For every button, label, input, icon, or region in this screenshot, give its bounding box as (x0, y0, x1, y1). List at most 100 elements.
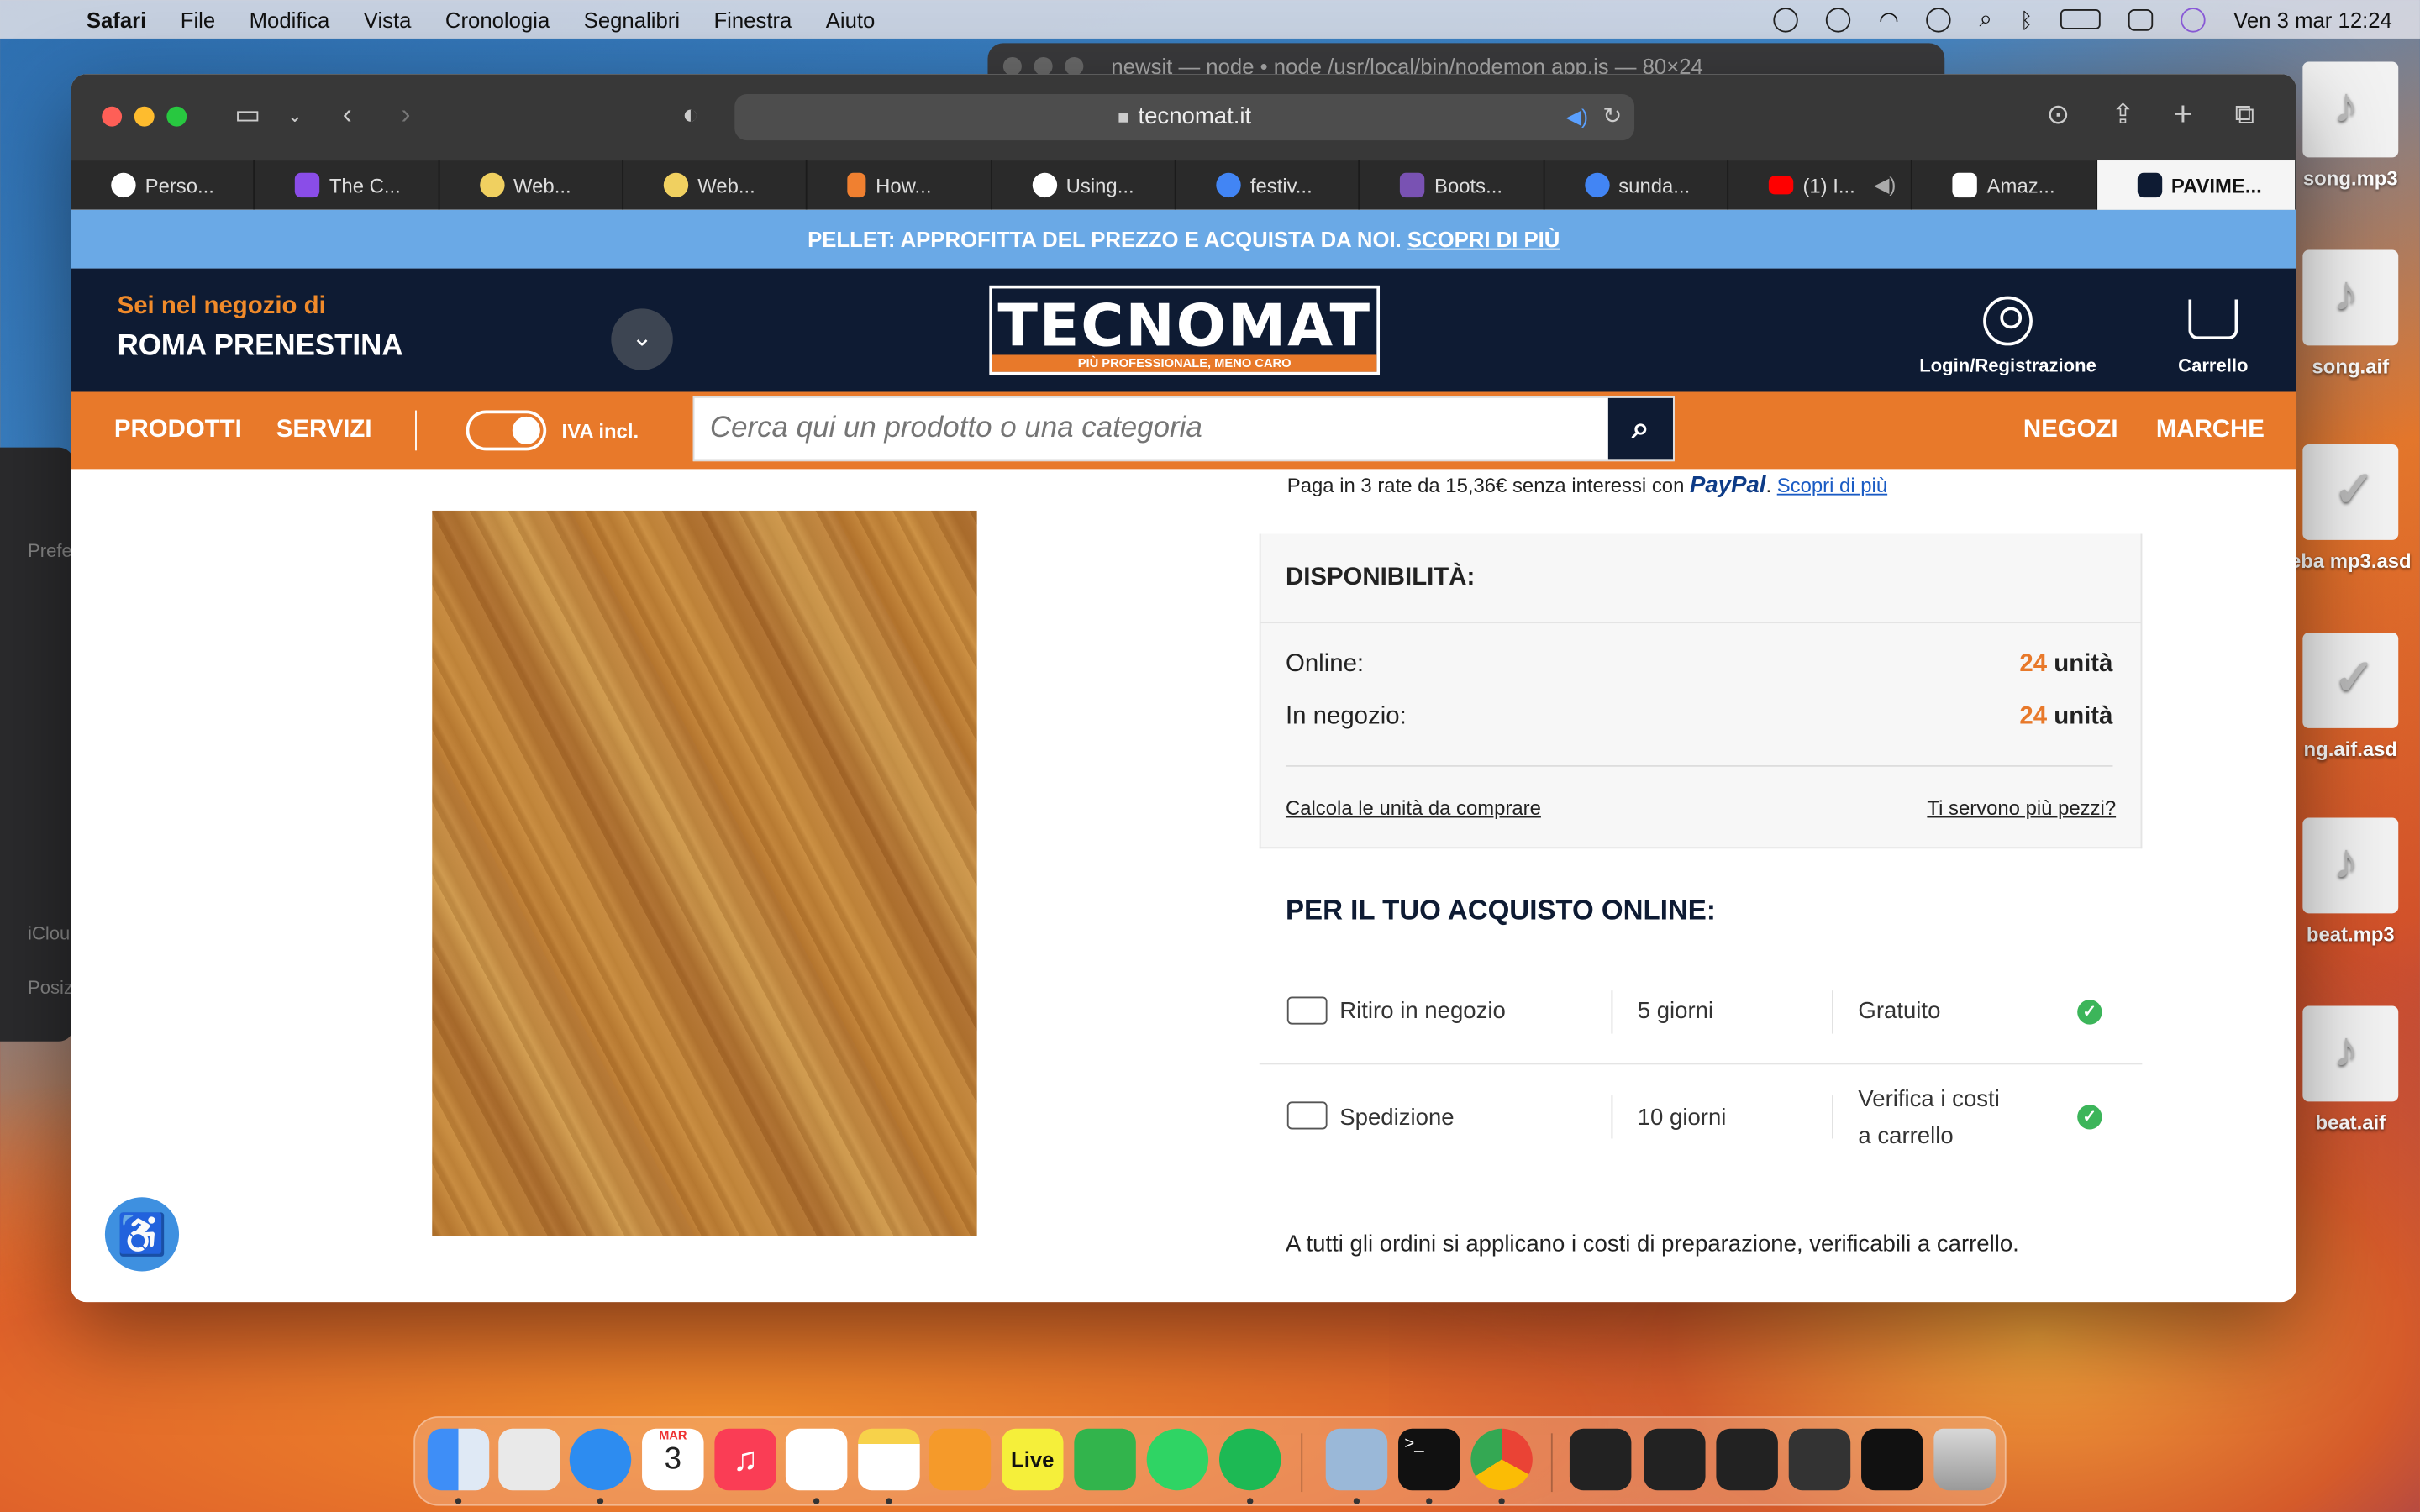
minimized-window-icon[interactable] (1644, 1428, 1706, 1491)
paypal-more-link[interactable]: Scopri di più (1777, 474, 1887, 497)
spotlight-search-icon[interactable]: ⌕ (1979, 6, 1991, 32)
trash-icon[interactable] (1933, 1428, 1996, 1491)
forward-button[interactable]: › (402, 99, 411, 132)
store-chevron-down-icon[interactable]: ⌄ (611, 308, 673, 370)
tab-github-using[interactable]: Using... (992, 160, 1176, 210)
terminal-icon[interactable]: >_ (1398, 1428, 1460, 1491)
menu-cronologia[interactable]: Cronologia (445, 7, 550, 31)
downloads-icon[interactable]: ⊙ (2046, 99, 2070, 132)
cart-button[interactable]: Carrello (2167, 297, 2260, 376)
menu-finestra[interactable]: Finestra (713, 7, 792, 31)
online-label: Online: (1285, 651, 1365, 678)
new-tab-button[interactable]: + (2173, 94, 2193, 134)
creative-cloud-icon[interactable] (1773, 7, 1799, 32)
close-window-button[interactable] (102, 106, 123, 127)
accessibility-icon[interactable]: ♿ (104, 1197, 180, 1272)
tab-youtube[interactable]: (1) I... ◀) (1728, 160, 1913, 210)
store-name[interactable]: ROMA PRENESTINA (118, 330, 403, 364)
tab-web-2[interactable]: Web... (623, 160, 808, 210)
preview-icon[interactable] (1325, 1428, 1388, 1491)
siri-icon[interactable] (2181, 7, 2207, 32)
site-header: Sei nel negozio di ROMA PRENESTINA ⌄ TEC… (71, 268, 2297, 392)
chevron-down-icon[interactable]: ⌄ (287, 105, 302, 127)
desktop-file[interactable]: eba mp3.asd (2281, 444, 2420, 572)
menu-aiuto[interactable]: Aiuto (826, 7, 876, 31)
tab-stackoverflow[interactable]: How... (808, 160, 992, 210)
notes-icon[interactable] (858, 1428, 920, 1491)
reload-icon[interactable]: ↻ (1602, 94, 1622, 140)
tab-the-c[interactable]: The C... (255, 160, 439, 210)
finder-sidebar-window[interactable]: Prefe iClou Posiz (0, 447, 75, 1042)
product-image-wood-floor[interactable] (432, 510, 977, 1236)
calendar-icon[interactable]: MAR 3 (642, 1428, 704, 1491)
search-icon[interactable]: ⌕ (1607, 397, 1673, 460)
desktop-file[interactable]: beat.mp3 (2281, 817, 2420, 946)
menu-file[interactable]: File (181, 7, 215, 31)
apple-icon[interactable] (31, 5, 59, 33)
share-icon[interactable]: ⇪ (2112, 99, 2135, 132)
minimized-window-icon[interactable] (1569, 1428, 1632, 1491)
nav-prodotti[interactable]: PRODOTTI (114, 417, 242, 444)
more-pieces-link[interactable]: Ti servono più pezzi? (1927, 796, 2116, 820)
reminders-icon[interactable] (785, 1428, 848, 1491)
finder-icon[interactable] (427, 1428, 490, 1491)
tab-overview-icon[interactable]: ⧉ (2235, 99, 2255, 132)
minimize-window-button[interactable] (134, 106, 155, 127)
calc-units-link[interactable]: Calcola le unità da comprare (1286, 796, 1541, 820)
privacy-shield-icon[interactable]: ◐ (682, 99, 699, 132)
battery-icon[interactable] (2060, 9, 2102, 29)
menu-segnalibri[interactable]: Segnalibri (584, 7, 680, 31)
desktop-file[interactable]: ng.aif.asd (2281, 633, 2420, 760)
google-icon (1584, 172, 1610, 198)
menu-app-name[interactable]: Safari (87, 7, 146, 31)
pages-icon[interactable] (929, 1428, 992, 1491)
nav-servizi[interactable]: SERVIZI (276, 417, 372, 444)
bluetooth-icon[interactable]: ᛒ (2020, 7, 2033, 31)
desktop-file[interactable]: song.mp3 (2281, 61, 2420, 190)
tab-bootstrap[interactable]: Boots... (1360, 160, 1545, 210)
play-icon[interactable] (1826, 7, 1851, 32)
back-button[interactable]: ‹ (343, 99, 352, 132)
address-bar[interactable]: ■ tecnomat.it ◀) ↻ (734, 94, 1635, 141)
numbers-icon[interactable] (1074, 1428, 1136, 1491)
audio-playing-icon[interactable]: ◀) (1566, 94, 1588, 140)
sidebar-toggle-icon[interactable]: ▭ (234, 99, 260, 132)
menu-modifica[interactable]: Modifica (250, 7, 330, 31)
iva-toggle[interactable] (466, 410, 547, 451)
menu-vista[interactable]: Vista (364, 7, 412, 31)
whatsapp-icon[interactable] (1146, 1428, 1209, 1491)
tab-amazon[interactable]: Amaz... (1912, 160, 2097, 210)
nav-negozi[interactable]: NEGOZI (2023, 417, 2118, 444)
terminal-window-controls (1002, 56, 1084, 76)
menubar-clock[interactable]: Ven 3 mar 12:24 (2233, 7, 2392, 31)
login-button[interactable]: Login/Registrazione (1915, 296, 2100, 376)
desktop-file[interactable]: beat.aif (2281, 1005, 2420, 1134)
wifi-icon[interactable]: ◠ (1879, 5, 1899, 33)
launchpad-icon[interactable] (498, 1428, 560, 1491)
running-indicator (1247, 1498, 1254, 1504)
promo-link[interactable]: SCOPRI DI PIÙ (1407, 227, 1560, 251)
tab-github[interactable]: Perso... (71, 160, 255, 210)
tab-google-festiv[interactable]: festiv... (1176, 160, 1360, 210)
nav-marche[interactable]: MARCHE (2156, 417, 2265, 444)
tecnomat-logo[interactable]: TECNOMAT PIÙ PROFESSIONALE, MENO CARO (989, 285, 1381, 375)
chrome-icon[interactable] (1470, 1428, 1533, 1491)
spotify-icon[interactable] (1218, 1428, 1281, 1491)
tab-google-sunda[interactable]: sunda... (1544, 160, 1729, 210)
macos-dock: MAR 3 ♫ Live >_ (413, 1416, 2007, 1506)
control-center-icon[interactable] (2128, 8, 2154, 30)
desktop-file[interactable]: song.aif (2281, 249, 2420, 378)
time-machine-icon[interactable] (1927, 7, 1952, 32)
minimized-window-icon[interactable] (1716, 1428, 1778, 1491)
minimized-window-icon[interactable] (1788, 1428, 1851, 1491)
ableton-live-icon[interactable]: Live (1002, 1428, 1064, 1491)
zoom-window-button[interactable] (166, 106, 187, 127)
search-input[interactable] (694, 397, 1612, 460)
minimized-window-icon[interactable] (1861, 1428, 1923, 1491)
speaker-icon[interactable]: ◀) (1874, 173, 1896, 197)
shipping-label: Spedizione (1339, 1105, 1455, 1131)
tab-web-1[interactable]: Web... (439, 160, 624, 210)
tab-pavimenti-active[interactable]: PAVIME... (2096, 160, 2297, 210)
safari-icon[interactable] (569, 1428, 632, 1491)
music-icon[interactable]: ♫ (714, 1428, 776, 1491)
